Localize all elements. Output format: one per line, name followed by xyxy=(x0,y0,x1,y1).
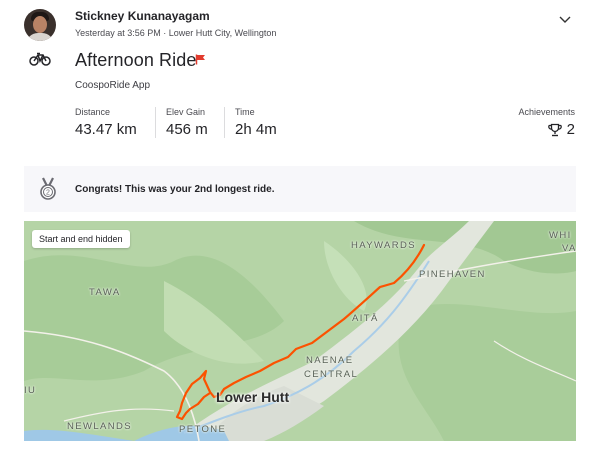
stat-distance: Distance 43.47 km xyxy=(75,107,137,138)
bike-icon xyxy=(29,52,51,66)
map-label-va: VA xyxy=(562,243,576,254)
stat-label: Time xyxy=(235,107,255,117)
stat-time: Time 2h 4m xyxy=(224,107,277,138)
map-label-naenae: NAENAE xyxy=(306,355,354,366)
map-label-naenae-central: CENTRAL xyxy=(304,369,359,380)
map-label-iu: IU xyxy=(24,385,37,396)
avatar-shirt xyxy=(26,33,54,41)
congrats-text: Congrats! This was your 2nd longest ride… xyxy=(75,183,275,195)
stat-achievements[interactable]: Achievements 2 xyxy=(518,107,575,138)
chevron-down-icon[interactable] xyxy=(557,14,573,26)
flag-icon xyxy=(195,54,205,65)
stat-value: 43.47 km xyxy=(75,121,137,138)
avatar[interactable] xyxy=(24,9,56,41)
athlete-name[interactable]: Stickney Kunanayagam xyxy=(75,9,210,23)
map-terrain xyxy=(24,221,576,441)
medal-icon: 2 xyxy=(40,177,56,200)
trophy-icon xyxy=(547,123,562,136)
achievements-value: 2 xyxy=(566,121,575,138)
stat-value: 2h 4m xyxy=(235,121,277,138)
map-label-petone: PETONE xyxy=(179,424,227,435)
map-label-pinehaven: PINEHAVEN xyxy=(419,269,486,280)
svg-text:2: 2 xyxy=(46,190,50,197)
activity-title[interactable]: Afternoon Ride xyxy=(75,50,196,71)
map-label-lower-hutt: Lower Hutt xyxy=(216,389,290,405)
map-label-newlands: NEWLANDS xyxy=(67,421,133,432)
map-visibility-chip: Start and end hidden xyxy=(32,230,130,248)
stat-label: Distance xyxy=(75,107,111,117)
map-label-haywards: HAYWARDS xyxy=(351,240,417,251)
avatar-face xyxy=(33,16,47,33)
stat-label: Elev Gain xyxy=(166,107,206,117)
map-label-taita: AITĀ xyxy=(352,313,379,324)
map-label-whi: WHI xyxy=(549,230,572,241)
stat-label: Achievements xyxy=(518,107,575,117)
route-map[interactable]: Start and end hidden HAYWARDS WHI VA PIN… xyxy=(24,221,576,441)
stat-value: 456 m xyxy=(166,121,208,138)
congrats-banner: 2 Congrats! This was your 2nd longest ri… xyxy=(24,166,576,212)
achievements-count: 2 xyxy=(518,121,575,138)
activity-meta: Yesterday at 3:56 PM · Lower Hutt City, … xyxy=(75,28,277,38)
map-label-tawa: TAWA xyxy=(89,287,121,298)
stat-elev-gain: Elev Gain 456 m xyxy=(155,107,208,138)
device-name: CoospoRide App xyxy=(75,80,151,91)
